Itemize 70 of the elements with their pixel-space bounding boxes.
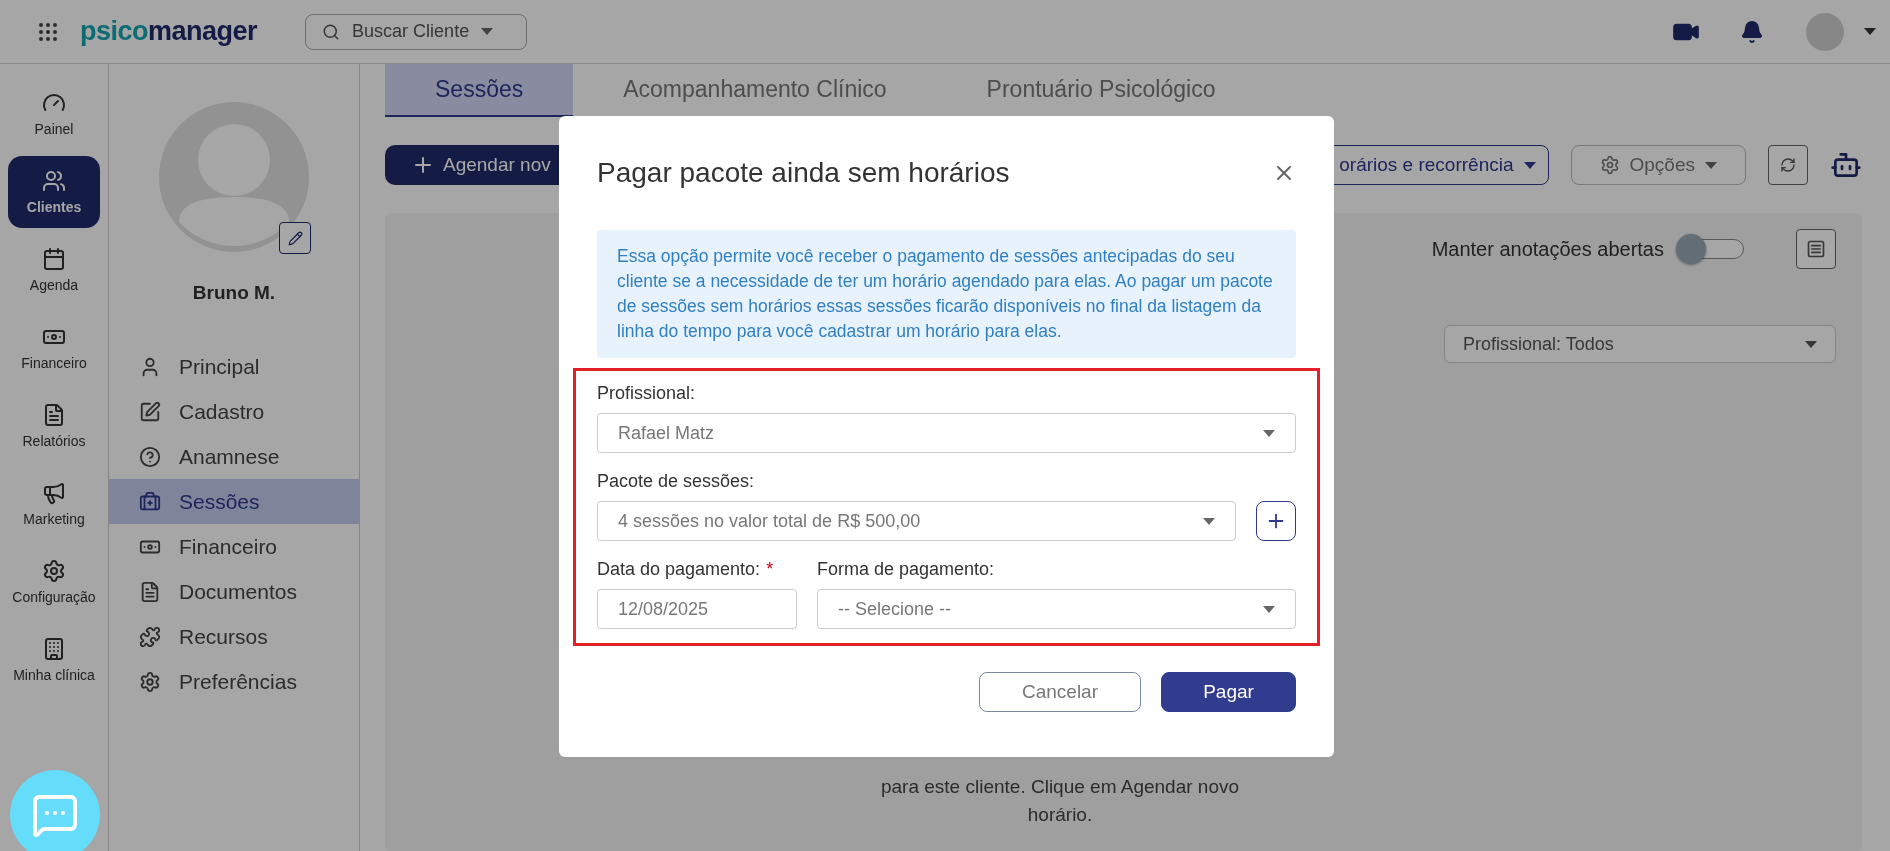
settings-icon	[1599, 155, 1620, 175]
field-label: Profissional:	[597, 383, 697, 404]
client-menu-item[interactable]: Recursos	[109, 614, 359, 659]
search-client-button[interactable]: Buscar Cliente	[305, 13, 528, 50]
logo[interactable]: psicomanager	[80, 16, 258, 47]
settings-icon	[139, 670, 161, 693]
client-menu-item[interactable]: Financeiro	[109, 524, 359, 569]
field-label: Data do pagamento:	[597, 559, 761, 580]
puzzle-icon	[139, 625, 161, 648]
calendar-icon	[42, 247, 66, 271]
card-icon	[1806, 239, 1826, 259]
avatar-placeholder-icon	[159, 102, 309, 252]
caret-icon	[1263, 429, 1275, 437]
caret-icon	[1263, 605, 1275, 613]
tab[interactable]: Sessões	[385, 64, 574, 117]
package-select[interactable]: 4 sessões no valor total de R$ 500,00	[597, 501, 1236, 541]
field-label: Pacote de sessões:	[597, 471, 756, 492]
caret-icon	[1864, 28, 1876, 35]
caret-icon	[481, 28, 494, 35]
billing-button[interactable]	[1796, 229, 1836, 269]
pencil-icon	[287, 230, 303, 246]
options-button[interactable]: Opções	[1570, 145, 1746, 185]
caret-icon	[1523, 161, 1536, 169]
settings-icon	[42, 559, 66, 583]
field-label: Forma de pagamento:	[817, 559, 996, 580]
medical-case-icon	[139, 490, 161, 513]
tab[interactable]: Acompanhamento Clínico	[573, 64, 937, 117]
client-menu-item[interactable]: Preferências	[109, 659, 359, 704]
client-menu-item[interactable]: Cadastro	[109, 389, 359, 434]
nav-item[interactable]: Marketing	[8, 468, 100, 540]
nav-item[interactable]: Painel	[8, 78, 100, 150]
notes-switch[interactable]	[1676, 237, 1744, 261]
client-menu-item[interactable]: Documentos	[109, 569, 359, 614]
date-field[interactable]: 12/08/2025	[597, 589, 797, 629]
pay-button[interactable]: Pagar	[1161, 672, 1296, 712]
edit-photo-button[interactable]	[279, 222, 311, 254]
nav-item[interactable]: Clientes	[8, 156, 100, 228]
document-icon	[42, 403, 66, 427]
cancel-button[interactable]: Cancelar	[979, 672, 1141, 712]
caret-icon	[1705, 161, 1717, 169]
caret-icon	[1805, 340, 1817, 348]
professional-filter[interactable]: Profissional: Todos	[1444, 325, 1836, 363]
info-message: Essa opção permite você receber o pagamento de sessões antecipadas do seu cliente se a necessidade de ter um horário agendado para elas. Ao pagar um pacote de sessões sem horários essas sessões ficarão disponíveis no final da listagem da linha do tempo para você cadastrar um horário para elas.	[597, 230, 1296, 358]
refresh-button[interactable]	[1768, 145, 1808, 185]
professional-select[interactable]: Rafael Matz	[597, 413, 1296, 453]
search-icon	[322, 22, 341, 41]
client-menu-item[interactable]: Anamnese	[109, 434, 359, 479]
bell-icon[interactable]	[1740, 19, 1764, 44]
toggle-label: Manter anotações abertas	[1431, 237, 1664, 261]
client-menu-item[interactable]: Principal	[109, 344, 359, 389]
refresh-icon	[1780, 157, 1796, 173]
building-icon	[42, 637, 66, 661]
nav-item[interactable]: Financeiro	[8, 312, 100, 384]
empty-message: para este cliente. Clique em Agendar novo horário.	[879, 775, 1241, 827]
document-icon	[139, 580, 161, 603]
tab[interactable]: Prontuário Psicológico	[936, 64, 1266, 117]
required-mark: *	[766, 559, 774, 580]
nav-item[interactable]: Agenda	[8, 234, 100, 306]
nav-item[interactable]: Minha clínica	[8, 624, 100, 696]
client-name: Bruno M.	[192, 282, 276, 304]
nav-item[interactable]: Configuração	[8, 546, 100, 618]
caret-icon	[1203, 517, 1215, 525]
help-icon	[139, 445, 161, 468]
megaphone-icon	[42, 481, 66, 505]
client-menu-item[interactable]: Sessões	[109, 479, 359, 524]
nav-item[interactable]: Relatórios	[8, 390, 100, 462]
users-icon	[42, 169, 66, 193]
edit-icon	[139, 400, 161, 423]
payment-method-select[interactable]: -- Selecione --	[817, 589, 1296, 629]
add-package-button[interactable]	[1256, 501, 1296, 541]
